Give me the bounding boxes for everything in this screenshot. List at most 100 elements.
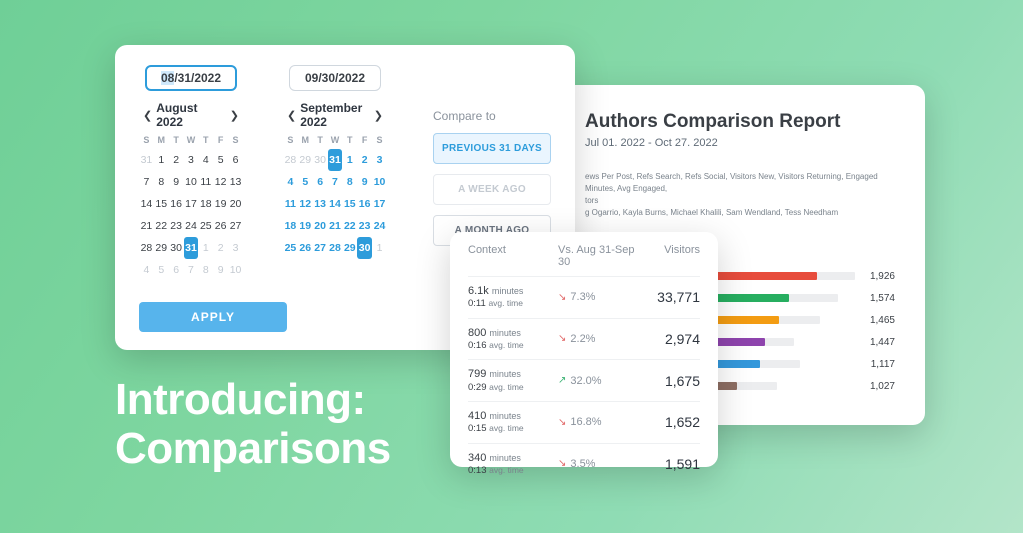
- calendar-day[interactable]: 23: [169, 215, 184, 237]
- calendar-start-grid[interactable]: SMTWTFS311234567891011121314151617181920…: [139, 135, 243, 281]
- calendar-day[interactable]: 17: [184, 193, 199, 215]
- calendar-day[interactable]: 20: [313, 215, 328, 237]
- calendar-day[interactable]: 20: [228, 193, 243, 215]
- calendar-day[interactable]: 14: [139, 193, 154, 215]
- metrics-visitors: 1,675: [645, 373, 700, 389]
- calendar-day[interactable]: 29: [342, 237, 357, 259]
- compare-option[interactable]: PREVIOUS 31 DAYS: [433, 133, 551, 164]
- calendar-day[interactable]: 7: [184, 259, 199, 281]
- calendar-day[interactable]: 13: [228, 171, 243, 193]
- calendar-day[interactable]: 1: [372, 237, 387, 259]
- calendar-day[interactable]: 23: [357, 215, 372, 237]
- metrics-delta: ↘3.5%: [558, 458, 645, 470]
- calendar-day[interactable]: 28: [328, 237, 343, 259]
- calendar-day[interactable]: 10: [372, 171, 387, 193]
- calendar-day[interactable]: 26: [213, 215, 228, 237]
- calendar-day[interactable]: 30: [313, 149, 328, 171]
- calendar-day[interactable]: 21: [328, 215, 343, 237]
- calendar-day[interactable]: 22: [342, 215, 357, 237]
- calendar-day[interactable]: 12: [298, 193, 313, 215]
- calendar-day[interactable]: 25: [198, 215, 213, 237]
- calendar-day[interactable]: 4: [198, 149, 213, 171]
- calendar-day[interactable]: 26: [298, 237, 313, 259]
- calendar-day[interactable]: 24: [372, 215, 387, 237]
- calendar-day[interactable]: 17: [372, 193, 387, 215]
- calendar-end-grid[interactable]: SMTWTFS282930311234567891011121314151617…: [283, 135, 387, 259]
- calendar-day[interactable]: 7: [139, 171, 154, 193]
- calendar-day[interactable]: 13: [313, 193, 328, 215]
- calendar-day[interactable]: 31: [139, 149, 154, 171]
- apply-button[interactable]: APPLY: [139, 302, 287, 332]
- calendar-day[interactable]: 4: [283, 171, 298, 193]
- calendar-day[interactable]: 2: [169, 149, 184, 171]
- metrics-context: 340 minutes0:13 avg. time: [468, 451, 558, 478]
- calendar-day[interactable]: 31: [184, 237, 199, 259]
- calendar-day[interactable]: 8: [154, 171, 169, 193]
- calendar-day[interactable]: 9: [357, 171, 372, 193]
- col-context: Context: [468, 244, 558, 268]
- end-date-input[interactable]: 09/30/2022: [289, 65, 381, 91]
- calendar-day[interactable]: 7: [328, 171, 343, 193]
- calendar-day[interactable]: 2: [357, 149, 372, 171]
- calendar-day[interactable]: 22: [154, 215, 169, 237]
- calendar-day[interactable]: 29: [154, 237, 169, 259]
- compare-option[interactable]: A WEEK AGO: [433, 174, 551, 205]
- calendar-day[interactable]: 30: [169, 237, 184, 259]
- calendar-day[interactable]: 1: [342, 149, 357, 171]
- calendar-day[interactable]: 28: [283, 149, 298, 171]
- calendar-day[interactable]: 6: [313, 171, 328, 193]
- calendar-day[interactable]: 4: [139, 259, 154, 281]
- calendar-day[interactable]: 1: [154, 149, 169, 171]
- comparison-metrics-card: Context Vs. Aug 31-Sep 30 Visitors 6.1k …: [450, 232, 718, 467]
- compare-to-label: Compare to: [433, 109, 551, 123]
- start-date-input[interactable]: 08/31/2022: [145, 65, 237, 91]
- calendar-day[interactable]: 5: [298, 171, 313, 193]
- calendar-day[interactable]: 9: [169, 171, 184, 193]
- calendar-day[interactable]: 3: [372, 149, 387, 171]
- calendar-day[interactable]: 24: [184, 215, 199, 237]
- calendar-day[interactable]: 30: [357, 237, 372, 259]
- calendar-day[interactable]: 8: [342, 171, 357, 193]
- author-value: 1,027: [855, 381, 895, 392]
- calendar-day[interactable]: 11: [283, 193, 298, 215]
- calendar-day[interactable]: 10: [228, 259, 243, 281]
- calendar-day[interactable]: 27: [313, 237, 328, 259]
- calendar-day[interactable]: 16: [357, 193, 372, 215]
- chevron-left-icon[interactable]: ❮: [139, 107, 156, 124]
- calendar-start-title: August 2022: [156, 101, 226, 129]
- calendar-day[interactable]: 18: [198, 193, 213, 215]
- metrics-header: Context Vs. Aug 31-Sep 30 Visitors: [468, 244, 700, 268]
- col-vs: Vs. Aug 31-Sep 30: [558, 244, 645, 268]
- calendar-day[interactable]: 18: [283, 215, 298, 237]
- calendar-day[interactable]: 15: [342, 193, 357, 215]
- calendar-day[interactable]: 29: [298, 149, 313, 171]
- calendar-day[interactable]: 5: [213, 149, 228, 171]
- arrow-down-icon: ↘: [558, 292, 566, 303]
- calendar-day[interactable]: 6: [228, 149, 243, 171]
- author-value: 1,926: [855, 271, 895, 282]
- chevron-right-icon[interactable]: ❯: [226, 107, 243, 124]
- calendar-day[interactable]: 2: [213, 237, 228, 259]
- calendar-day[interactable]: 10: [184, 171, 199, 193]
- calendar-day[interactable]: 3: [228, 237, 243, 259]
- chevron-left-icon[interactable]: ❮: [283, 107, 300, 124]
- calendar-day[interactable]: 19: [213, 193, 228, 215]
- calendar-day[interactable]: 3: [184, 149, 199, 171]
- calendar-day[interactable]: 15: [154, 193, 169, 215]
- calendar-day[interactable]: 6: [169, 259, 184, 281]
- calendar-day[interactable]: 28: [139, 237, 154, 259]
- calendar-day[interactable]: 14: [328, 193, 343, 215]
- calendar-day[interactable]: 11: [198, 171, 213, 193]
- calendar-day[interactable]: 31: [328, 149, 343, 171]
- calendar-day[interactable]: 5: [154, 259, 169, 281]
- calendar-day[interactable]: 27: [228, 215, 243, 237]
- calendar-day[interactable]: 16: [169, 193, 184, 215]
- calendar-day[interactable]: 21: [139, 215, 154, 237]
- calendar-day[interactable]: 25: [283, 237, 298, 259]
- calendar-day[interactable]: 19: [298, 215, 313, 237]
- calendar-day[interactable]: 8: [198, 259, 213, 281]
- chevron-right-icon[interactable]: ❯: [370, 107, 387, 124]
- calendar-day[interactable]: 12: [213, 171, 228, 193]
- calendar-day[interactable]: 1: [198, 237, 213, 259]
- calendar-day[interactable]: 9: [213, 259, 228, 281]
